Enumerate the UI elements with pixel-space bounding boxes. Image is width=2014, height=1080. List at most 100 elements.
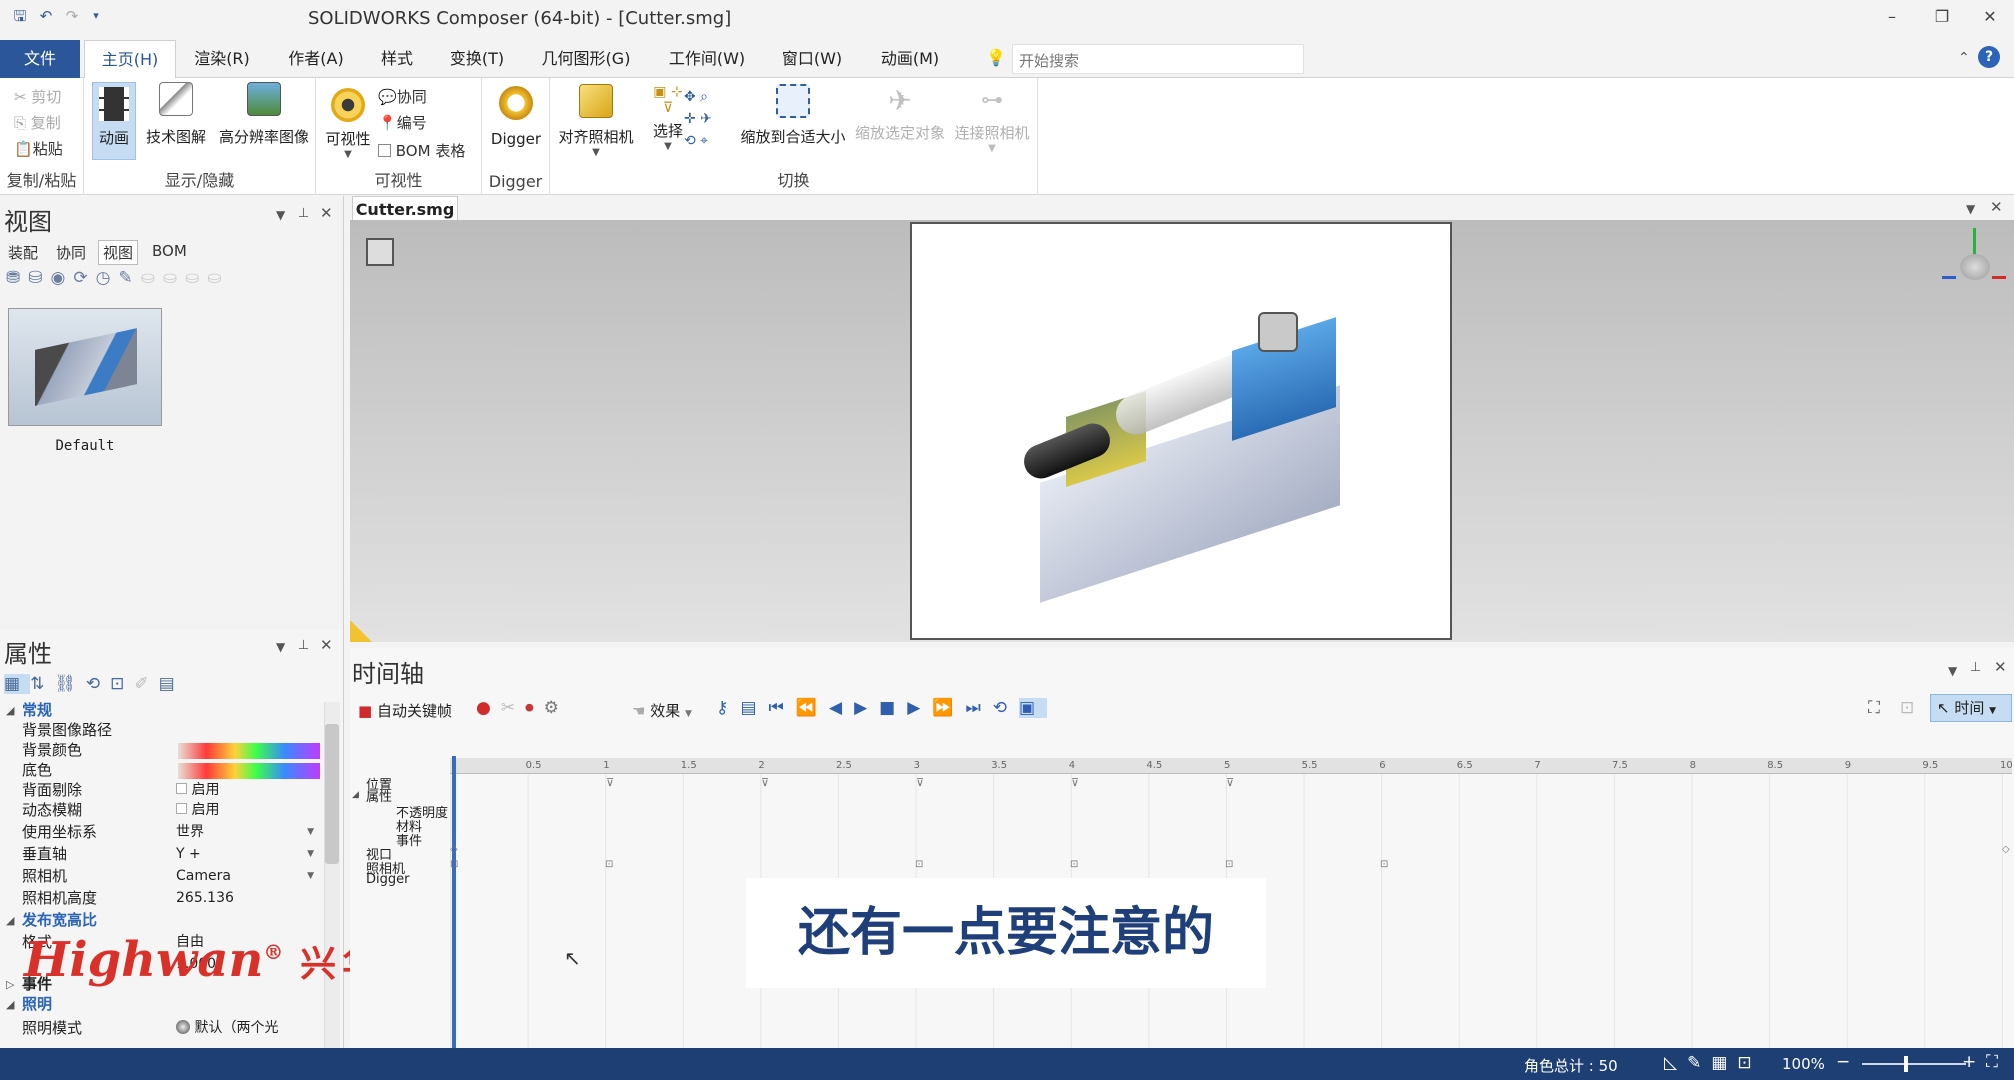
vertical-axis-select[interactable]: Y + ▼ xyxy=(176,844,314,864)
properties-close-icon[interactable]: ✕ xyxy=(320,636,333,654)
camera-keyframe[interactable]: ⊡ xyxy=(1225,859,1233,870)
fit-timeline-icon[interactable]: ⛶ xyxy=(1868,698,1880,718)
tab-file[interactable]: 文件 xyxy=(0,40,80,78)
tab-animation[interactable]: 动画(M) xyxy=(872,40,948,78)
expand-event-icon[interactable]: ▷ xyxy=(6,978,14,991)
section-lighting[interactable]: 照明 xyxy=(22,994,52,1014)
position-keyframe[interactable]: ⊽ xyxy=(606,776,614,789)
align-camera-dropdown-icon[interactable]: ▼ xyxy=(554,147,638,158)
coordinate-system-select[interactable]: 世界 ▼ xyxy=(176,822,314,842)
table-props-icon[interactable]: ▤ xyxy=(159,674,185,694)
update-view-icon[interactable]: ⛁ xyxy=(28,268,50,288)
technical-illustration-button[interactable]: 技术图解 xyxy=(144,82,208,147)
close-panel-icon[interactable]: ✕ xyxy=(320,204,333,222)
zoom-in-icon[interactable]: + xyxy=(1962,1052,1976,1072)
document-tab[interactable]: Cutter.smg xyxy=(352,196,458,222)
views-tab-bom[interactable]: BOM xyxy=(152,242,187,260)
key-tool-icon[interactable]: ⚷ xyxy=(716,698,740,718)
collaboration-button[interactable]: 💬协同 xyxy=(378,86,427,107)
timeline-close-icon[interactable]: ✕ xyxy=(1994,658,2007,676)
go-start-icon[interactable]: ⏮ xyxy=(769,698,796,718)
properties-scrollbar[interactable] xyxy=(324,702,340,1048)
position-keyframe[interactable]: ⊽ xyxy=(916,776,924,789)
tab-window[interactable]: 窗口(W) xyxy=(776,40,848,78)
bom-checkbox[interactable] xyxy=(378,144,391,157)
bom-table-toggle[interactable]: BOM 表格 xyxy=(378,140,465,161)
cut-button[interactable]: ✂ 剪切 xyxy=(14,86,61,107)
categorized-icon[interactable]: ▦ xyxy=(4,674,31,694)
view-thumbnail[interactable] xyxy=(8,308,162,426)
autokey-button[interactable]: ■ 自动关键帧 xyxy=(358,700,452,721)
effects-button[interactable]: ☚ 效果 ▼ xyxy=(632,700,692,721)
panel-menu-icon[interactable]: ▼ xyxy=(276,208,285,222)
properties-menu-icon[interactable]: ▼ xyxy=(276,640,285,654)
camera-keyframe[interactable]: ⊡ xyxy=(1070,859,1078,870)
tab-home[interactable]: 主页(H) xyxy=(84,40,176,79)
paint-icon[interactable]: ✎ xyxy=(1687,1053,1711,1073)
sort-az-icon[interactable]: ⇅ xyxy=(30,674,54,694)
minimize-button[interactable]: – xyxy=(1872,4,1912,30)
record-view-icon[interactable]: ◉ xyxy=(51,268,74,288)
tab-geometry[interactable]: 几何图形(G) xyxy=(538,40,634,78)
animation-button[interactable]: 动画 xyxy=(92,82,136,160)
camera-keyframe[interactable]: ⊡ xyxy=(605,859,613,870)
undo-icon[interactable]: ↶ xyxy=(36,6,56,26)
section-aspect-ratio[interactable]: 发布宽高比 xyxy=(22,910,97,930)
camera-keyframe[interactable]: ⊡ xyxy=(915,859,923,870)
reset-props-icon[interactable]: ⊡ xyxy=(110,674,134,694)
camera-key-icon[interactable]: ⏺ xyxy=(525,698,544,718)
tab-workshops[interactable]: 工作间(W) xyxy=(664,40,750,78)
restore-button[interactable]: ❐ xyxy=(1922,4,1962,30)
pick-props-icon[interactable]: ✐ xyxy=(134,674,158,694)
doc-menu-icon[interactable]: ▼ xyxy=(1966,202,1975,216)
tab-author[interactable]: 作者(A) xyxy=(280,40,352,78)
position-keyframe[interactable]: ⊽ xyxy=(761,776,769,789)
create-view-icon[interactable]: ⛃ xyxy=(6,268,28,288)
expand-properties-track-icon[interactable]: ◢ xyxy=(352,790,359,800)
frame-icon[interactable]: ⊡ xyxy=(1737,1053,1761,1073)
go-end-icon[interactable]: ⏭ xyxy=(965,698,992,718)
track-digger[interactable]: Digger xyxy=(366,872,409,887)
paint-view-icon[interactable]: ✎ xyxy=(118,268,140,288)
camera-keyframe[interactable]: ⊡ xyxy=(1380,859,1388,870)
loop-icon[interactable]: ⟲ xyxy=(993,698,1019,718)
film-strip-icon[interactable] xyxy=(366,238,394,266)
redo-icon[interactable]: ↷ xyxy=(62,6,82,26)
grid-icon[interactable]: ▦ xyxy=(1711,1053,1737,1073)
pan-icon[interactable]: ✛ ✈ xyxy=(684,108,712,130)
visibility-button[interactable]: 可视性 ▼ xyxy=(322,88,374,160)
tab-style[interactable]: 样式 xyxy=(372,40,422,78)
step-back-icon[interactable]: ◀ xyxy=(829,698,854,718)
zoom-to-fit-button[interactable]: 缩放到合适大小 xyxy=(738,84,848,147)
align-camera-button[interactable]: 对齐照相机 ▼ xyxy=(554,84,638,158)
views-tab-assembly[interactable]: 装配 xyxy=(8,242,38,263)
tab-transform[interactable]: 变换(T) xyxy=(444,40,510,78)
collapse-ribbon-icon[interactable]: ⌃ xyxy=(1958,50,1970,66)
timeline-menu-icon[interactable]: ▼ xyxy=(1948,664,1957,678)
viewport-keyframe[interactable]: ◇ xyxy=(450,844,458,855)
lighting-mode-select[interactable]: 默认（两个光 xyxy=(176,1018,314,1038)
search-input[interactable]: 开始搜索 xyxy=(1012,44,1304,74)
link-camera-button[interactable]: ⊶ 连接照相机 ▼ xyxy=(950,84,1034,154)
set-keyframe-icon[interactable]: ● xyxy=(476,698,501,718)
backface-culling-checkbox[interactable]: 启用 xyxy=(176,780,219,800)
cut-keyframe-icon[interactable]: ✂ xyxy=(501,698,525,718)
floor-color-swatch[interactable] xyxy=(178,763,320,779)
section-general[interactable]: 常规 xyxy=(22,700,52,720)
ruler-icon[interactable]: ◺ xyxy=(1664,1053,1687,1073)
properties-pin-icon[interactable]: ⊥ xyxy=(298,638,309,653)
copy-button[interactable]: ⎘ 复制 xyxy=(14,112,61,133)
expand-lighting-icon[interactable]: ◢ xyxy=(6,998,14,1011)
expand-aspect-icon[interactable]: ◢ xyxy=(6,914,14,927)
numbering-button[interactable]: 📍编号 xyxy=(378,112,427,133)
play-icon[interactable]: ▶ xyxy=(854,698,879,718)
zoom-slider[interactable] xyxy=(1862,1063,1966,1065)
walk-icon[interactable]: ⟲ ⌖ xyxy=(684,130,712,152)
doc-close-icon[interactable]: ✕ xyxy=(1990,198,2003,216)
camera-keyframe[interactable]: ⊡ xyxy=(450,859,458,870)
customize-quick-access-icon[interactable]: ▾ xyxy=(86,6,106,26)
motion-blur-checkbox[interactable]: 启用 xyxy=(176,800,219,820)
prev-key-icon[interactable]: ⏪ xyxy=(796,698,829,718)
pin-panel-icon[interactable]: ⊥ xyxy=(298,206,309,221)
visibility-dropdown-icon[interactable]: ▼ xyxy=(322,149,374,160)
